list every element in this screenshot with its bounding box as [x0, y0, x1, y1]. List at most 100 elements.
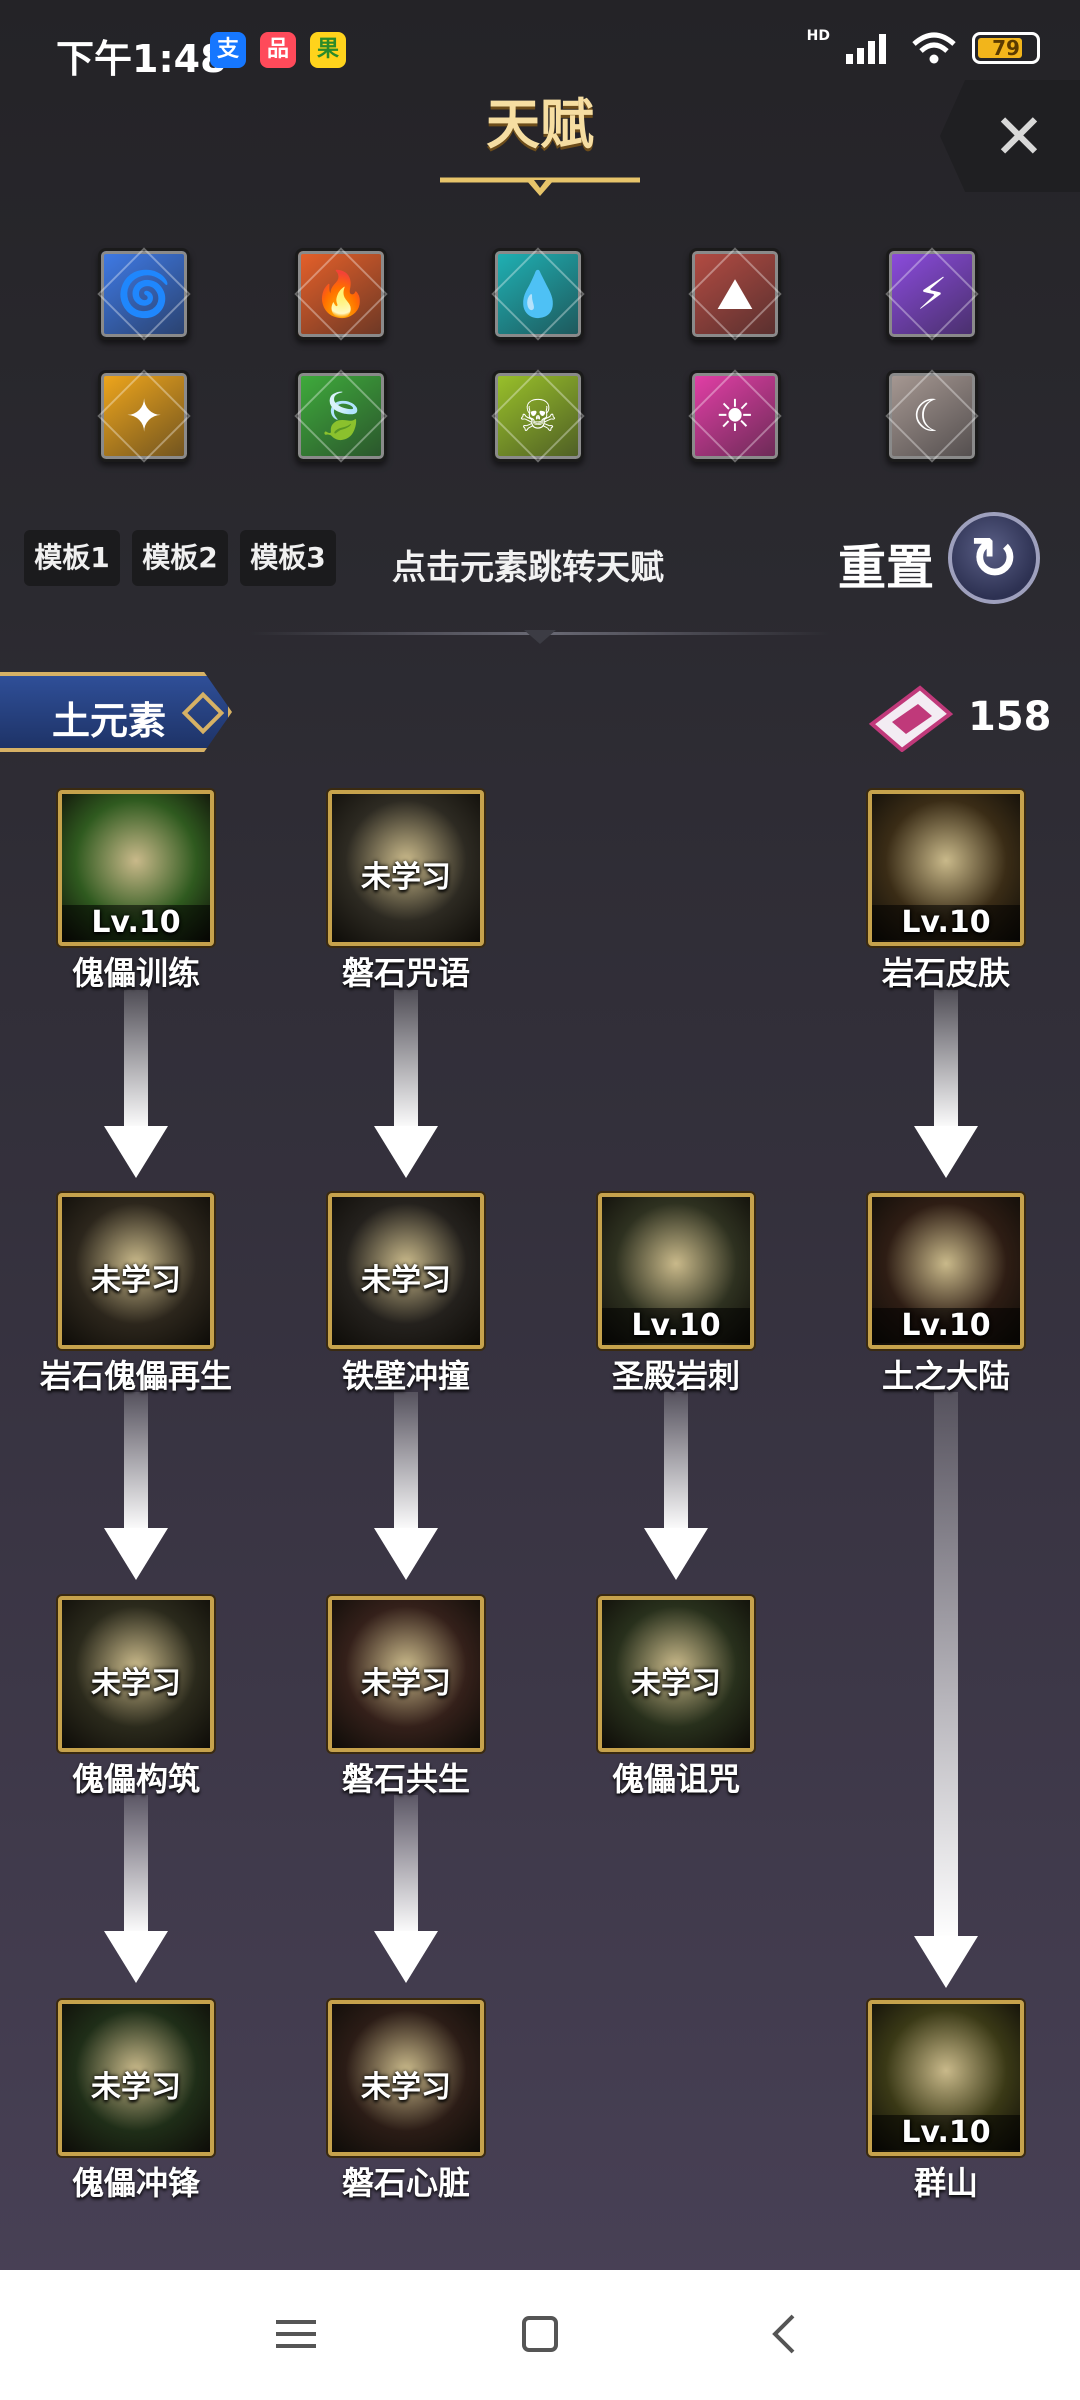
talent-name: 土之大陆	[881, 1357, 1010, 1395]
talent-node[interactable]: Lv.10 傀儡训练	[58, 790, 214, 994]
talent-node[interactable]: 未学习 傀儡冲锋	[58, 2000, 214, 2204]
light-glyph: ✦	[125, 390, 163, 442]
shopping-app-icon: 品	[260, 32, 296, 68]
talent-icon: 未学习	[328, 790, 484, 946]
talent-name: 傀儡构筑	[71, 1760, 200, 1798]
battery-icon: 79	[972, 32, 1040, 64]
arrow-down-icon	[374, 990, 438, 1178]
talent-node[interactable]: 未学习 铁壁冲撞	[328, 1193, 484, 1397]
talent-points: 158	[968, 694, 1052, 740]
divider-notch	[524, 630, 556, 644]
talent-icon: 未学习	[58, 2000, 214, 2156]
arrow-down-icon	[104, 990, 168, 1178]
lightning-icon[interactable]: ⚡	[886, 248, 978, 340]
arrow-down-icon	[374, 1795, 438, 1983]
talent-unlearned-label: 未学习	[91, 2070, 181, 2105]
home-button[interactable]	[510, 2304, 570, 2364]
menu-icon	[276, 2320, 316, 2348]
talent-node[interactable]: 未学习 磐石共生	[328, 1596, 484, 1800]
talent-name: 岩石傀儡再生	[39, 1357, 232, 1395]
talent-level: Lv.10	[602, 1308, 750, 1343]
talent-node[interactable]: Lv.10 群山	[868, 2000, 1024, 2204]
droplet-icon[interactable]: 💧	[492, 248, 584, 340]
talent-node[interactable]: Lv.10 圣殿岩刺	[598, 1193, 754, 1397]
talent-icon: Lv.10	[598, 1193, 754, 1349]
talent-name: 傀儡冲锋	[71, 2164, 200, 2202]
talent-node[interactable]: Lv.10 岩石皮肤	[868, 790, 1024, 994]
arrow-down-icon	[914, 1392, 978, 1988]
talent-unlearned-label: 未学习	[361, 860, 451, 895]
talent-icon: 未学习	[328, 2000, 484, 2156]
template-tab-3[interactable]: 模板3	[240, 530, 336, 586]
talent-node[interactable]: Lv.10 土之大陆	[868, 1193, 1024, 1397]
talent-level: Lv.10	[872, 905, 1020, 940]
talent-node[interactable]: 未学习 傀儡诅咒	[598, 1596, 754, 1800]
title-ornament	[440, 177, 640, 196]
talent-node[interactable]: 未学习 磐石咒语	[328, 790, 484, 994]
reset-button[interactable]: ↻	[948, 512, 1040, 604]
alipay-icon: 支	[210, 32, 246, 68]
arrow-down-icon	[104, 1392, 168, 1580]
talent-level: Lv.10	[872, 2115, 1020, 2150]
moon-glyph: ☾	[912, 390, 952, 442]
rock-glyph: ⛰	[716, 268, 754, 320]
back-button[interactable]	[754, 2304, 814, 2364]
talent-level: Lv.10	[872, 1308, 1020, 1343]
back-icon	[772, 2314, 795, 2354]
talent-name: 磐石咒语	[341, 954, 470, 992]
flame-icon[interactable]: 🔥	[295, 248, 387, 340]
wifi-icon	[912, 32, 956, 64]
talent-node[interactable]: 未学习 岩石傀儡再生	[40, 1193, 232, 1397]
talent-icon: Lv.10	[868, 1193, 1024, 1349]
talent-name: 傀儡诅咒	[611, 1760, 740, 1798]
talent-name: 群山	[913, 2164, 978, 2202]
tornado-icon[interactable]: 🌀	[98, 248, 190, 340]
talent-icon: 未学习	[58, 1193, 214, 1349]
talent-icon: 未学习	[328, 1193, 484, 1349]
sun-icon[interactable]: ☀	[689, 370, 781, 462]
menu-button[interactable]	[266, 2304, 326, 2364]
talent-name: 磐石心脏	[341, 2164, 470, 2202]
fruit-app-icon: 果	[310, 32, 346, 68]
template-tab-2[interactable]: 模板2	[132, 530, 228, 586]
talent-name: 磐石共生	[341, 1760, 470, 1798]
talent-icon: 未学习	[328, 1596, 484, 1752]
talent-name: 傀儡训练	[71, 954, 200, 992]
talent-unlearned-label: 未学习	[361, 1263, 451, 1298]
talent-name: 圣殿岩刺	[611, 1357, 740, 1395]
status-time: 下午1:48	[56, 37, 227, 81]
talent-icon: Lv.10	[868, 2000, 1024, 2156]
talent-icon: 未学习	[598, 1596, 754, 1752]
leaf-icon[interactable]: 🍃	[295, 370, 387, 462]
hd-badge: HD	[806, 28, 830, 44]
prism-icon[interactable]: ✦	[98, 370, 190, 462]
close-button[interactable]: ✕	[940, 80, 1080, 192]
talent-icon: 未学习	[58, 1596, 214, 1752]
template-tabs: 模板1 模板2 模板3	[24, 530, 336, 586]
poison-glyph: ☠	[518, 390, 558, 442]
refresh-icon: ↻	[969, 524, 1019, 592]
mountain-icon[interactable]: ⛰	[689, 248, 781, 340]
talent-card-icon	[868, 685, 954, 752]
talent-icon: Lv.10	[868, 790, 1024, 946]
moon-icon[interactable]: ☾	[886, 370, 978, 462]
talent-unlearned-label: 未学习	[91, 1263, 181, 1298]
element-banner: 土元素	[0, 672, 232, 752]
template-tab-1[interactable]: 模板1	[24, 530, 120, 586]
talent-node[interactable]: 未学习 磐石心脏	[328, 2000, 484, 2204]
talent-level: Lv.10	[62, 905, 210, 940]
arrow-down-icon	[104, 1795, 168, 1983]
talent-unlearned-label: 未学习	[91, 1666, 181, 1701]
talent-unlearned-label: 未学习	[361, 2070, 451, 2105]
skull-icon[interactable]: ☠	[492, 370, 584, 462]
diamond-icon	[181, 691, 225, 735]
reset-label[interactable]: 重置	[838, 528, 934, 598]
home-icon	[522, 2316, 558, 2352]
page-title: 天赋	[486, 93, 594, 156]
navigation-bar	[0, 2270, 1080, 2400]
arrow-down-icon	[644, 1392, 708, 1580]
thunder-glyph: ⚡	[916, 268, 948, 320]
talent-node[interactable]: 未学习 傀儡构筑	[58, 1596, 214, 1800]
talent-unlearned-label: 未学习	[631, 1666, 721, 1701]
wind-glyph: 🌀	[116, 269, 172, 320]
